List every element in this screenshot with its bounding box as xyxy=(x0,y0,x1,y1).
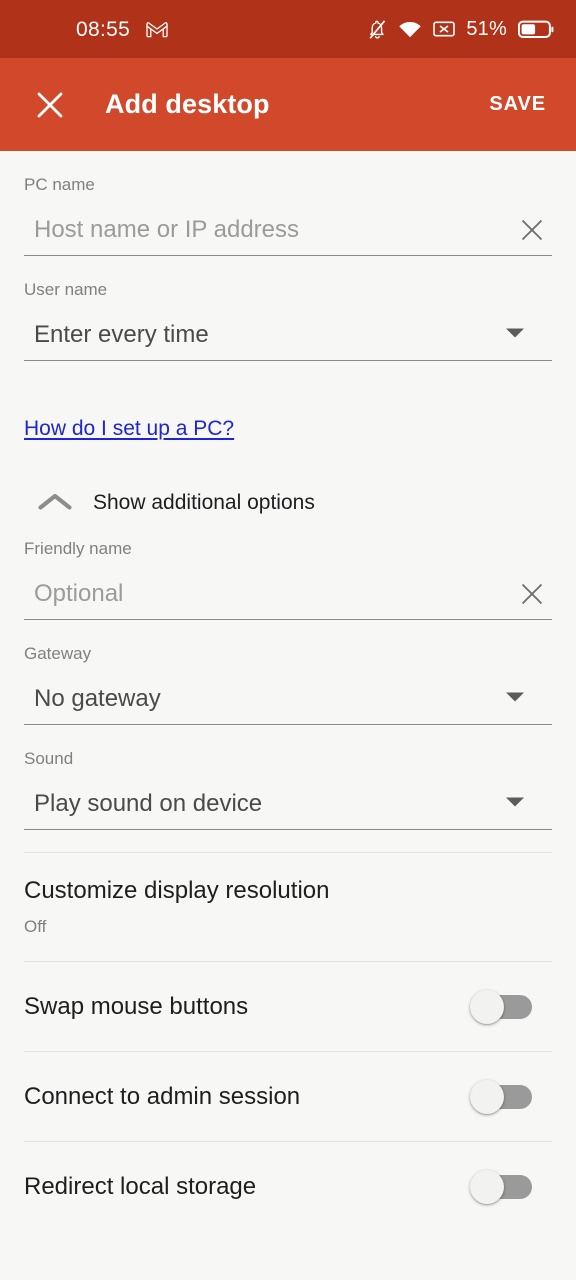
field-friendly-name: Friendly name Optional xyxy=(0,515,576,620)
clear-icon[interactable] xyxy=(515,577,549,611)
redirect-local-storage-label: Redirect local storage xyxy=(24,1172,257,1200)
field-sound: Sound Play sound on device xyxy=(0,725,576,830)
status-bar-right: 51% xyxy=(368,19,554,40)
chevron-down-icon[interactable] xyxy=(500,318,530,348)
friendly-name-label: Friendly name xyxy=(24,539,132,558)
toggle-knob xyxy=(470,1079,504,1114)
page-title: Add desktop xyxy=(105,89,270,119)
clear-icon[interactable] xyxy=(515,213,549,247)
gateway-label: Gateway xyxy=(24,644,92,663)
user-name-value: Enter every time xyxy=(34,323,209,348)
user-name-dropdown[interactable]: Enter every time xyxy=(24,309,552,361)
app-bar: Add desktop SAVE xyxy=(0,58,576,151)
gateway-dropdown[interactable]: No gateway xyxy=(24,673,552,725)
pc-name-input-row[interactable]: Host name or IP address xyxy=(24,204,552,256)
toggle-knob xyxy=(470,989,504,1024)
redirect-local-storage-toggle[interactable] xyxy=(470,1169,532,1204)
show-additional-options-toggle[interactable]: Show additional options xyxy=(0,489,576,515)
redirect-local-storage-row[interactable]: Redirect local storage xyxy=(0,1142,576,1231)
gateway-value: No gateway xyxy=(34,687,161,712)
connect-to-admin-session-row[interactable]: Connect to admin session xyxy=(0,1052,576,1141)
close-icon[interactable] xyxy=(26,81,74,129)
chevron-down-icon[interactable] xyxy=(500,682,530,712)
swap-mouse-buttons-label: Swap mouse buttons xyxy=(24,992,249,1020)
battery-icon xyxy=(518,20,554,39)
gmail-icon xyxy=(146,21,168,38)
swap-mouse-buttons-toggle[interactable] xyxy=(470,989,532,1024)
pc-name-input[interactable]: Host name or IP address xyxy=(24,218,515,255)
battery-percent-label: 51% xyxy=(466,18,507,40)
sound-dropdown[interactable]: Play sound on device xyxy=(24,778,552,830)
customize-display-resolution-subtitle: Off xyxy=(24,917,47,936)
how-do-i-set-up-a-pc-link[interactable]: How do I set up a PC? xyxy=(24,417,234,441)
no-sim-icon xyxy=(433,20,456,38)
save-button[interactable]: SAVE xyxy=(483,83,552,126)
status-bar: 08:55 51% xyxy=(0,0,576,58)
status-bar-clock: 08:55 xyxy=(76,17,131,41)
chevron-down-icon[interactable] xyxy=(500,787,530,817)
add-desktop-screen: 08:55 51% Add desktop SAVE PC name Host … xyxy=(0,0,576,1280)
wifi-icon xyxy=(398,20,422,39)
customize-display-resolution-row[interactable]: Customize display resolution Off xyxy=(0,853,576,961)
friendly-name-input-row[interactable]: Optional xyxy=(24,568,552,620)
sound-label: Sound xyxy=(24,749,74,768)
notifications-silenced-icon xyxy=(368,19,387,40)
connect-to-admin-session-toggle[interactable] xyxy=(470,1079,532,1114)
sound-value: Play sound on device xyxy=(34,792,263,817)
status-bar-left: 08:55 xyxy=(76,19,168,40)
user-name-label: User name xyxy=(24,280,108,299)
toggle-knob xyxy=(470,1169,504,1204)
chevron-up-icon xyxy=(36,489,74,515)
swap-mouse-buttons-row[interactable]: Swap mouse buttons xyxy=(0,962,576,1051)
pc-name-label: PC name xyxy=(24,175,95,194)
connect-to-admin-session-label: Connect to admin session xyxy=(24,1082,301,1110)
form-content: PC name Host name or IP address User nam… xyxy=(0,151,576,1231)
friendly-name-input[interactable]: Optional xyxy=(24,582,515,619)
field-user-name: User name Enter every time xyxy=(0,256,576,361)
field-gateway: Gateway No gateway xyxy=(0,620,576,725)
customize-display-resolution-title: Customize display resolution xyxy=(24,877,330,904)
field-pc-name: PC name Host name or IP address xyxy=(0,151,576,256)
help-link-container: How do I set up a PC? xyxy=(0,417,576,441)
show-additional-options-label: Show additional options xyxy=(93,490,315,514)
